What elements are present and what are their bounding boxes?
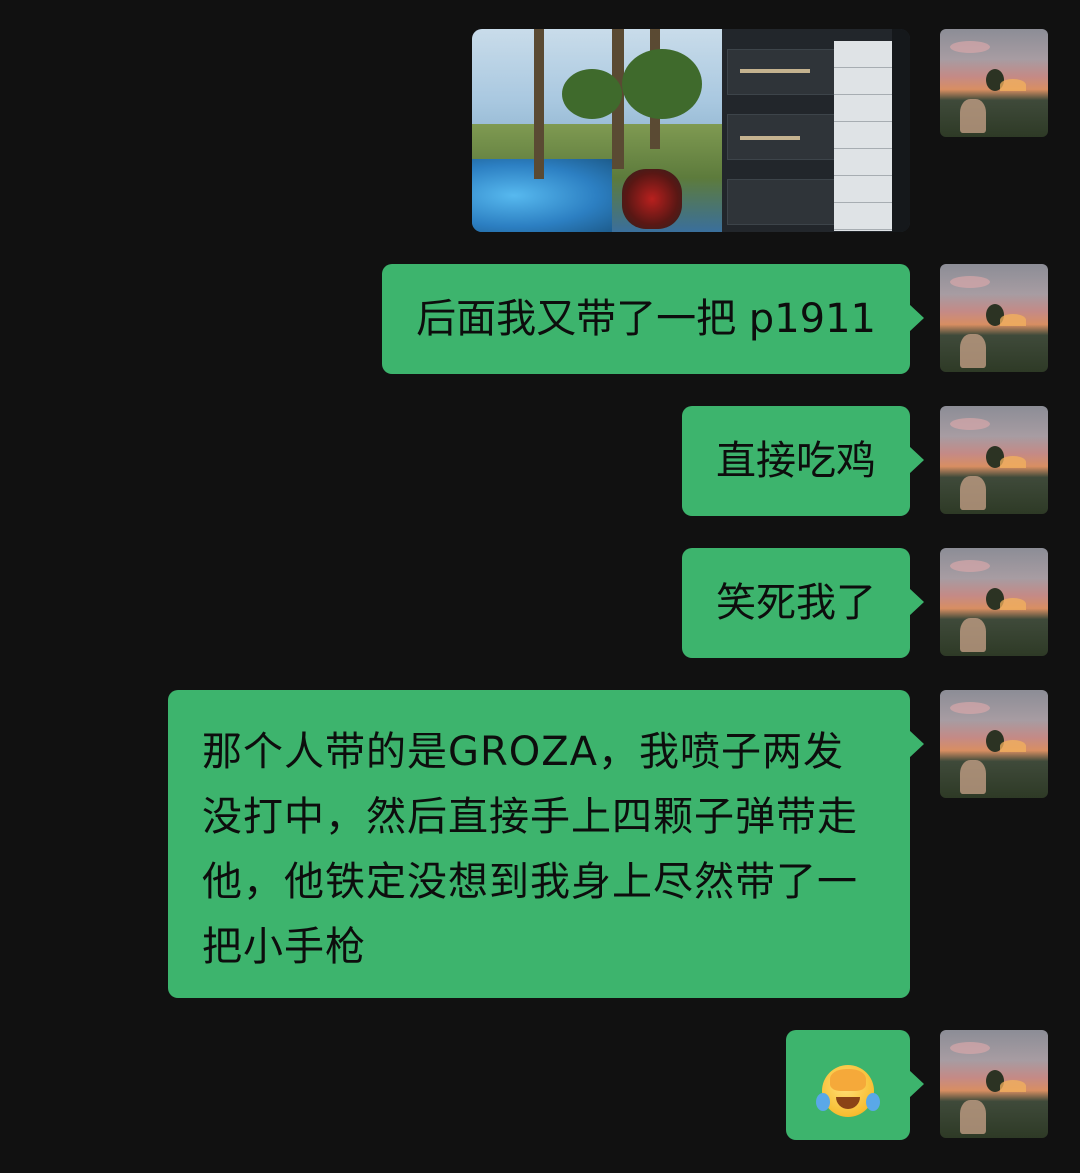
- message-bubble[interactable]: 笑死我了: [682, 548, 924, 658]
- avatar-cloud: [950, 1042, 990, 1054]
- message-text: 后面我又带了一把 p1911: [416, 296, 876, 342]
- avatar[interactable]: [940, 29, 1048, 137]
- avatar-cloud: [950, 702, 990, 714]
- tree-foliage: [562, 69, 622, 119]
- avatar[interactable]: [940, 548, 1048, 656]
- emoji-tear-left: [816, 1093, 830, 1111]
- tree-foliage: [622, 49, 702, 119]
- avatar-sun: [1000, 598, 1026, 610]
- message-text: 笑死我了: [716, 580, 876, 626]
- item-list: [834, 41, 892, 231]
- tree-trunk: [534, 29, 544, 179]
- message-bubble[interactable]: 直接吃鸡: [682, 406, 924, 516]
- avatar-cloud: [950, 560, 990, 572]
- avatar-hand: [960, 1100, 986, 1134]
- player-character: [622, 169, 682, 229]
- avatar[interactable]: [940, 690, 1048, 798]
- message-text: 直接吃鸡: [716, 438, 876, 484]
- avatar[interactable]: [940, 406, 1048, 514]
- message-bubble[interactable]: 后面我又带了一把 p1911: [382, 264, 924, 374]
- message-text: 那个人带的是GROZA，我喷子两发没打中，然后直接手上四颗子弹带走他，他铁定没想…: [202, 729, 858, 970]
- weapon-rifle-icon: [740, 136, 800, 140]
- avatar[interactable]: [940, 1030, 1048, 1138]
- avatar-sun: [1000, 1080, 1026, 1092]
- avatar-cloud: [950, 276, 990, 288]
- avatar-sun: [1000, 740, 1026, 752]
- avatar-hand: [960, 618, 986, 652]
- facepalm-laughing-emoji-icon: [816, 1065, 880, 1117]
- avatar-cloud: [950, 41, 990, 53]
- avatar-sun: [1000, 314, 1026, 326]
- avatar-sun: [1000, 456, 1026, 468]
- avatar-hand: [960, 99, 986, 133]
- avatar[interactable]: [940, 264, 1048, 372]
- side-rail: [892, 29, 910, 232]
- image-message-game-screenshot[interactable]: [472, 29, 910, 232]
- avatar-hand: [960, 476, 986, 510]
- emoji-mouth: [836, 1097, 860, 1109]
- avatar-hand: [960, 334, 986, 368]
- message-bubble[interactable]: [786, 1030, 924, 1140]
- avatar-cloud: [950, 418, 990, 430]
- avatar-hand: [960, 760, 986, 794]
- emoji-hand: [830, 1069, 866, 1091]
- weapon-shotgun-icon: [740, 69, 810, 73]
- emoji-tear-right: [866, 1093, 880, 1111]
- weapon-slot-3: [727, 179, 837, 225]
- message-bubble[interactable]: 那个人带的是GROZA，我喷子两发没打中，然后直接手上四颗子弹带走他，他铁定没想…: [168, 690, 924, 998]
- avatar-sun: [1000, 79, 1026, 91]
